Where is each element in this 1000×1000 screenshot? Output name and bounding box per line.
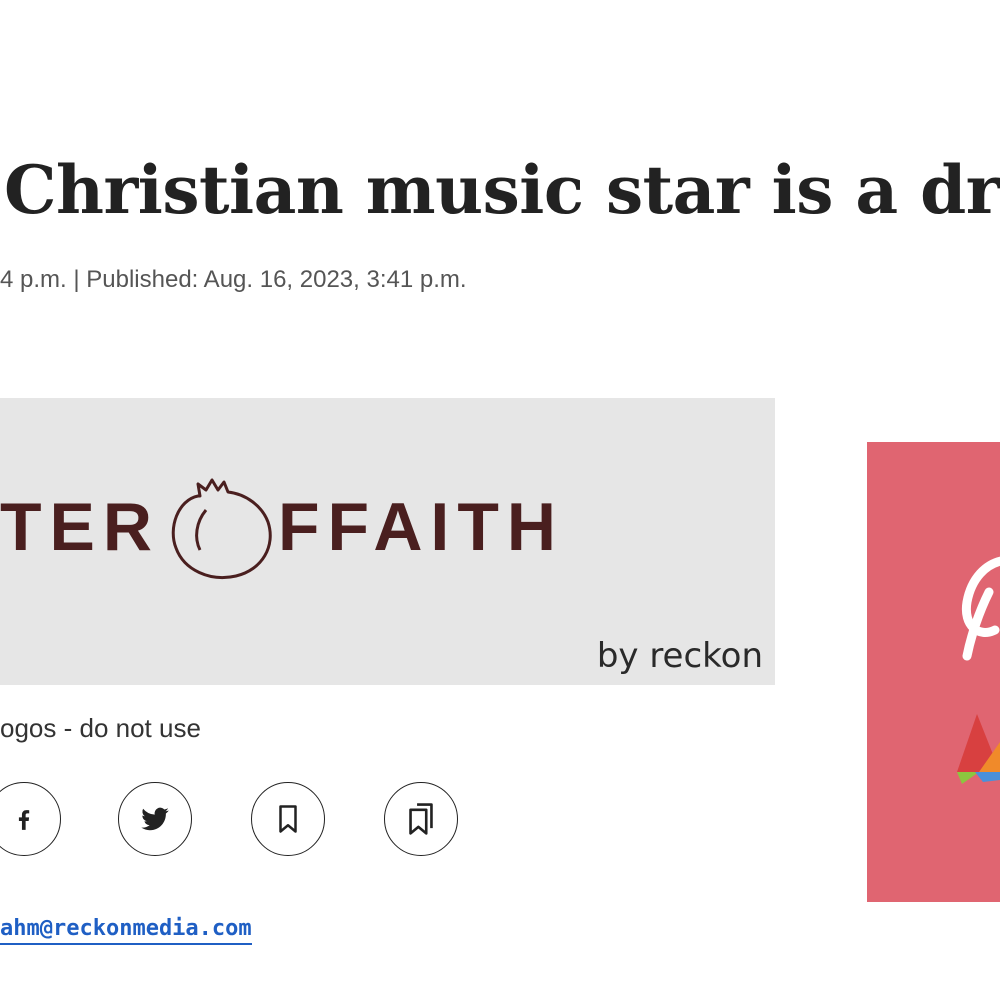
author-email-link[interactable]: ahm@reckonmedia.com: [0, 916, 252, 945]
pomegranate-icon: [171, 478, 272, 579]
ad-artwork: [957, 556, 1000, 784]
ad-logo-icon: [957, 714, 1000, 784]
twitter-icon: [141, 807, 169, 831]
logo-text-left: TER: [0, 489, 160, 565]
facebook-icon: [18, 810, 30, 830]
bookmark-button[interactable]: [251, 782, 325, 856]
article-page: Christian music star is a dra 4 p.m. | P…: [0, 0, 1000, 1000]
image-caption: ogos - do not use: [0, 713, 201, 743]
sidebar-ad[interactable]: [867, 442, 1000, 902]
facebook-share-button[interactable]: [0, 782, 61, 856]
twitter-share-button[interactable]: [118, 782, 192, 856]
saved-articles-button[interactable]: [384, 782, 458, 856]
article-dateline: 4 p.m. | Published: Aug. 16, 2023, 3:41 …: [0, 266, 467, 293]
bookmark-icon: [279, 805, 297, 833]
hero-image: TER FFAITH by reckon: [0, 398, 775, 685]
saved-bookmarks-icon: [409, 803, 433, 835]
article-headline: Christian music star is a dra: [4, 151, 1000, 229]
hero-byline: by reckon: [596, 636, 763, 676]
script-flourish-graphic: [961, 556, 1000, 661]
logo-text-right: FFAITH: [278, 489, 564, 565]
